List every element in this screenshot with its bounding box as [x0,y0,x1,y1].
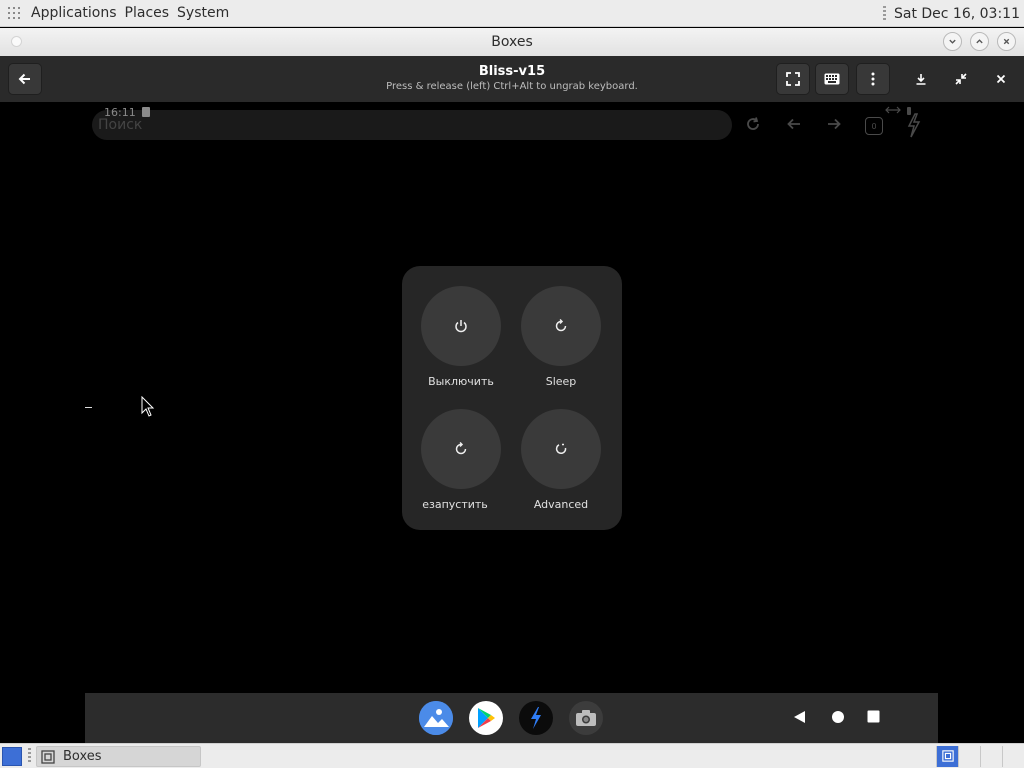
close-window-button[interactable] [997,32,1016,51]
link-arrows-icon [885,106,901,114]
bottom-panel: Boxes [0,743,1024,768]
nav-recents-button[interactable] [867,710,880,723]
power-menu-panel: Выключить Sleep езапустить Advanced [402,266,622,530]
sleep-button[interactable] [521,286,601,366]
workspace-2[interactable] [958,746,980,767]
nav-back-button[interactable] [793,710,807,724]
fullscreen-icon [786,72,800,86]
tab-count-badge[interactable]: 0 [865,117,883,135]
window-controls [943,32,1016,51]
android-dock [85,693,938,743]
guest-cursor-icon [141,396,155,417]
browser-forward-icon[interactable] [826,116,842,132]
reload-icon[interactable] [745,116,761,132]
keyboard-icon [824,73,840,85]
menu-places[interactable]: Places [125,5,170,21]
workspace-3[interactable] [980,746,1002,767]
vm-text-cursor [85,407,92,408]
camera-glyph [576,710,596,726]
recents-square-icon [867,710,880,723]
restart-label: езапустить [422,498,488,511]
window-menu-dot[interactable] [11,36,22,47]
restart-button[interactable] [421,409,501,489]
chevron-down-icon [949,39,956,44]
unfullscreen-button[interactable] [944,63,978,95]
advanced-icon [555,443,567,455]
apps-grid-icon[interactable] [8,7,20,19]
taskbar-item-boxes[interactable]: Boxes [36,746,201,767]
restore-icon [955,73,967,85]
clock[interactable]: Sat Dec 16, 03:11 [894,6,1020,22]
power-icon [455,320,467,333]
close-vm-button[interactable] [984,63,1018,95]
fullscreen-button[interactable] [776,63,810,95]
advanced-button[interactable] [521,409,601,489]
top-panel: Applications Places System Sat Dec 16, 0… [0,0,1024,27]
home-circle-icon [832,711,844,723]
kebab-menu-icon [871,72,875,86]
more-menu-button[interactable] [856,63,890,95]
close-icon [1003,38,1010,45]
panel-grip [28,748,31,764]
sd-card-icon [142,107,150,117]
download-icon [916,74,926,85]
gallery-glyph [419,701,453,735]
status-time: 16:11 [104,106,136,119]
advanced-label: Advanced [533,498,589,511]
boxes-headerbar: Bliss-v15 Press & release (left) Ctrl+Al… [0,56,1024,102]
taskbar-item-label: Boxes [63,749,102,764]
restart-icon [455,442,467,455]
lightning-app-icon[interactable] [519,701,553,735]
lightning-glyph [531,707,541,729]
back-triangle-icon [794,711,805,723]
download-button[interactable] [904,63,938,95]
search-bar[interactable]: Поиск [92,110,732,140]
back-button[interactable] [8,63,42,95]
sleep-label: Sleep [545,375,577,388]
workspace-4[interactable] [1002,746,1024,767]
camera-icon[interactable] [569,701,603,735]
vm-title: Bliss-v15 [478,64,546,79]
window-titlebar[interactable]: Boxes [0,28,1024,56]
workspace-window-icon [942,750,954,762]
arrow-left-icon [18,73,30,85]
window-title: Boxes [491,34,533,50]
search-placeholder: Поиск [98,117,143,133]
minimize-button[interactable] [943,32,962,51]
nav-home-button[interactable] [831,710,845,724]
play-store-icon[interactable] [469,701,503,735]
maximize-button[interactable] [970,32,989,51]
power-off-button[interactable] [421,286,501,366]
browser-back-icon[interactable] [786,116,802,132]
play-triangle-glyph [478,708,495,728]
panel-grip [882,5,886,22]
vm-subtitle: Press & release (left) Ctrl+Alt to ungra… [386,81,638,92]
workspace-1[interactable] [936,746,958,767]
gallery-icon[interactable] [419,701,453,735]
keyboard-button[interactable] [815,63,849,95]
boxes-app-icon [41,749,55,764]
chevron-up-icon [976,39,983,44]
menu-applications[interactable]: Applications [31,5,117,21]
close-icon [996,74,1006,84]
power-off-label: Выключить [428,375,494,388]
clock-area: Sat Dec 16, 03:11 [882,0,1020,27]
refresh-icon [555,319,567,332]
vm-display[interactable]: Поиск 16:11 0 Выключить Sleep езапустить… [0,102,1024,743]
battery-lightning-icon [907,107,921,138]
menu-system[interactable]: System [177,5,229,21]
show-desktop-button[interactable] [2,747,22,766]
